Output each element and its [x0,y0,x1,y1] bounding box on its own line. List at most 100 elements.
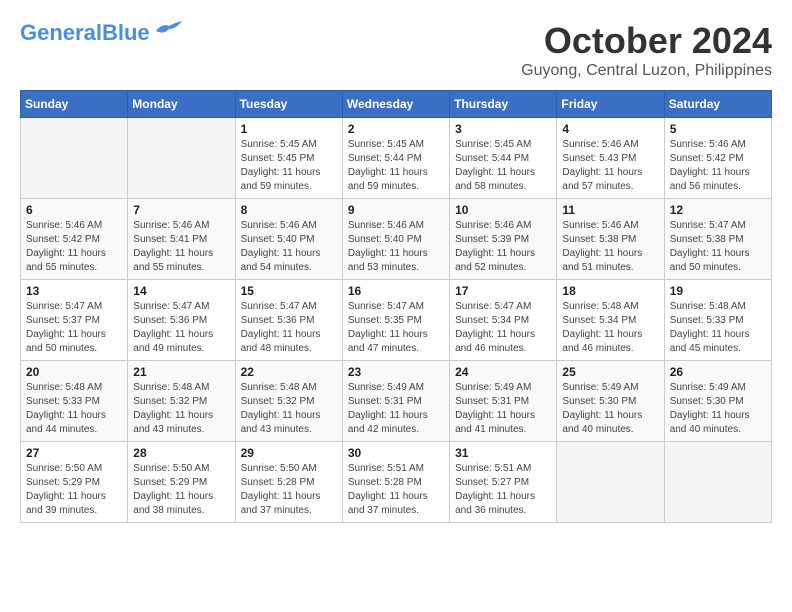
day-number: 2 [348,122,444,136]
calendar-day-cell: 20 Sunrise: 5:48 AMSunset: 5:33 PMDayligh… [21,361,128,442]
day-info: Sunrise: 5:47 AMSunset: 5:36 PMDaylight:… [241,300,337,356]
day-number: 11 [562,203,658,217]
calendar-day-cell: 30Sunrise: 5:51 AMSunset: 5:28 PMDayligh… [342,442,449,523]
weekday-header: Tuesday [235,91,342,118]
logo-general: General [20,20,102,45]
calendar-day-cell: 22Sunrise: 5:48 AMSunset: 5:32 PMDayligh… [235,361,342,442]
day-info: Sunrise: 5:48 AMSunset: 5:32 PMDaylight:… [241,381,337,437]
logo: GeneralBlue [20,20,184,46]
calendar-day-cell: 11 Sunrise: 5:46 AMSunset: 5:38 PMDayligh… [557,199,664,280]
day-info: Sunrise: 5:47 AMSunset: 5:36 PMDaylight:… [133,300,229,356]
day-info: Sunrise: 5:47 AMSunset: 5:34 PMDaylight:… [455,300,551,356]
calendar-day-cell: 17 Sunrise: 5:47 AMSunset: 5:34 PMDayligh… [450,280,557,361]
day-number: 4 [562,122,658,136]
calendar-day-cell: 14Sunrise: 5:47 AMSunset: 5:36 PMDayligh… [128,280,235,361]
day-number: 13 [26,284,122,298]
day-number: 12 [670,203,766,217]
day-info: Sunrise: 5:45 AMSunset: 5:44 PMDaylight:… [455,138,551,194]
day-info: Sunrise: 5:46 AMSunset: 5:40 PMDaylight:… [241,219,337,275]
logo-text: GeneralBlue [20,20,150,46]
calendar-day-cell: 9 Sunrise: 5:46 AMSunset: 5:40 PMDaylight… [342,199,449,280]
weekday-header: Thursday [450,91,557,118]
calendar-week-row: 1 Sunrise: 5:45 AMSunset: 5:45 PMDaylight… [21,118,772,199]
weekday-header: Monday [128,91,235,118]
day-info: Sunrise: 5:49 AMSunset: 5:31 PMDaylight:… [348,381,444,437]
calendar-day-cell [21,118,128,199]
weekday-header: Wednesday [342,91,449,118]
day-number: 28 [133,446,229,460]
logo-bird-icon [154,21,184,41]
calendar-week-row: 13 Sunrise: 5:47 AMSunset: 5:37 PMDayligh… [21,280,772,361]
day-info: Sunrise: 5:46 AMSunset: 5:40 PMDaylight:… [348,219,444,275]
day-number: 25 [562,365,658,379]
day-number: 9 [348,203,444,217]
calendar-day-cell: 28 Sunrise: 5:50 AMSunset: 5:29 PMDayligh… [128,442,235,523]
calendar-day-cell [664,442,771,523]
calendar-table: SundayMondayTuesdayWednesdayThursdayFrid… [20,90,772,523]
calendar-day-cell: 16Sunrise: 5:47 AMSunset: 5:35 PMDayligh… [342,280,449,361]
day-info: Sunrise: 5:45 AMSunset: 5:44 PMDaylight:… [348,138,444,194]
calendar-day-cell: 4 Sunrise: 5:46 AMSunset: 5:43 PMDaylight… [557,118,664,199]
calendar-day-cell: 15 Sunrise: 5:47 AMSunset: 5:36 PMDayligh… [235,280,342,361]
day-number: 1 [241,122,337,136]
calendar-day-cell: 12 Sunrise: 5:47 AMSunset: 5:38 PMDayligh… [664,199,771,280]
page-header: GeneralBlue October 2024 Guyong, Central… [20,20,772,80]
calendar-day-cell: 24Sunrise: 5:49 AMSunset: 5:31 PMDayligh… [450,361,557,442]
day-info: Sunrise: 5:49 AMSunset: 5:30 PMDaylight:… [670,381,766,437]
title-section: October 2024 Guyong, Central Luzon, Phil… [521,20,772,80]
day-info: Sunrise: 5:49 AMSunset: 5:31 PMDaylight:… [455,381,551,437]
calendar-day-cell: 5Sunrise: 5:46 AMSunset: 5:42 PMDaylight… [664,118,771,199]
day-info: Sunrise: 5:47 AMSunset: 5:38 PMDaylight:… [670,219,766,275]
day-number: 8 [241,203,337,217]
calendar-day-cell [557,442,664,523]
calendar-day-cell: 23 Sunrise: 5:49 AMSunset: 5:31 PMDayligh… [342,361,449,442]
day-info: Sunrise: 5:46 AMSunset: 5:38 PMDaylight:… [562,219,658,275]
calendar-day-cell: 7Sunrise: 5:46 AMSunset: 5:41 PMDaylight… [128,199,235,280]
day-number: 20 [26,365,122,379]
day-number: 18 [562,284,658,298]
weekday-header: Friday [557,91,664,118]
day-info: Sunrise: 5:46 AMSunset: 5:41 PMDaylight:… [133,219,229,275]
calendar-week-row: 20 Sunrise: 5:48 AMSunset: 5:33 PMDayligh… [21,361,772,442]
calendar-day-cell: 21 Sunrise: 5:48 AMSunset: 5:32 PMDayligh… [128,361,235,442]
calendar-week-row: 6Sunrise: 5:46 AMSunset: 5:42 PMDaylight… [21,199,772,280]
day-info: Sunrise: 5:51 AMSunset: 5:27 PMDaylight:… [455,462,551,518]
location: Guyong, Central Luzon, Philippines [521,62,772,80]
calendar-day-cell: 3 Sunrise: 5:45 AMSunset: 5:44 PMDaylight… [450,118,557,199]
calendar-week-row: 27 Sunrise: 5:50 AMSunset: 5:29 PMDayligh… [21,442,772,523]
day-number: 17 [455,284,551,298]
day-info: Sunrise: 5:48 AMSunset: 5:32 PMDaylight:… [133,381,229,437]
calendar-day-cell [128,118,235,199]
day-number: 27 [26,446,122,460]
day-info: Sunrise: 5:48 AMSunset: 5:33 PMDaylight:… [26,381,122,437]
day-number: 21 [133,365,229,379]
day-info: Sunrise: 5:47 AMSunset: 5:37 PMDaylight:… [26,300,122,356]
logo-blue: Blue [102,20,150,45]
day-number: 29 [241,446,337,460]
calendar-day-cell: 1 Sunrise: 5:45 AMSunset: 5:45 PMDaylight… [235,118,342,199]
calendar-day-cell: 10Sunrise: 5:46 AMSunset: 5:39 PMDayligh… [450,199,557,280]
day-info: Sunrise: 5:49 AMSunset: 5:30 PMDaylight:… [562,381,658,437]
weekday-header: Saturday [664,91,771,118]
weekday-header: Sunday [21,91,128,118]
day-info: Sunrise: 5:46 AMSunset: 5:39 PMDaylight:… [455,219,551,275]
calendar-day-cell: 29 Sunrise: 5:50 AMSunset: 5:28 PMDayligh… [235,442,342,523]
day-number: 3 [455,122,551,136]
month-title: October 2024 [521,20,772,62]
calendar-day-cell: 6Sunrise: 5:46 AMSunset: 5:42 PMDaylight… [21,199,128,280]
day-number: 31 [455,446,551,460]
day-number: 15 [241,284,337,298]
day-info: Sunrise: 5:46 AMSunset: 5:43 PMDaylight:… [562,138,658,194]
calendar-day-cell: 25 Sunrise: 5:49 AMSunset: 5:30 PMDayligh… [557,361,664,442]
day-number: 23 [348,365,444,379]
calendar-day-cell: 19Sunrise: 5:48 AMSunset: 5:33 PMDayligh… [664,280,771,361]
day-number: 6 [26,203,122,217]
calendar-header-row: SundayMondayTuesdayWednesdayThursdayFrid… [21,91,772,118]
day-info: Sunrise: 5:48 AMSunset: 5:34 PMDaylight:… [562,300,658,356]
day-info: Sunrise: 5:50 AMSunset: 5:29 PMDaylight:… [26,462,122,518]
day-info: Sunrise: 5:50 AMSunset: 5:29 PMDaylight:… [133,462,229,518]
day-info: Sunrise: 5:45 AMSunset: 5:45 PMDaylight:… [241,138,337,194]
day-number: 30 [348,446,444,460]
calendar-day-cell: 31 Sunrise: 5:51 AMSunset: 5:27 PMDayligh… [450,442,557,523]
day-info: Sunrise: 5:50 AMSunset: 5:28 PMDaylight:… [241,462,337,518]
